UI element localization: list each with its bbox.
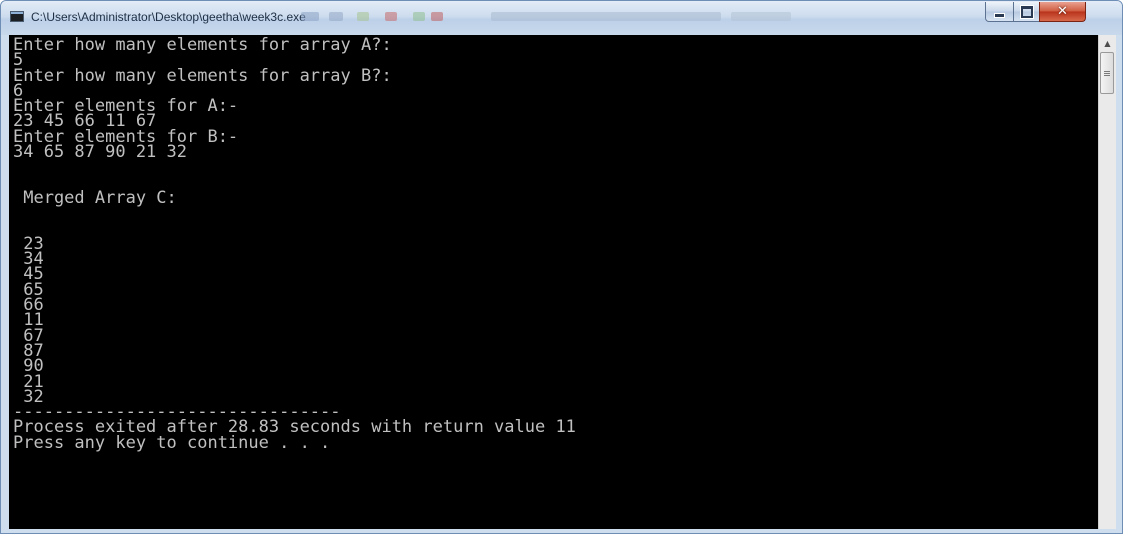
window-title: C:\Users\Administrator\Desktop\geetha\we…: [31, 10, 306, 24]
scroll-thumb[interactable]: [1100, 52, 1114, 94]
vertical-scrollbar[interactable]: ▲: [1098, 35, 1116, 529]
console-line: Enter how many elements for array B?:: [13, 65, 392, 86]
title-bar-decoration: [301, 10, 951, 26]
console-line: 34 65 87 90 21 32: [13, 142, 187, 163]
maximize-button[interactable]: [1013, 2, 1040, 22]
minimize-icon: [994, 12, 1005, 18]
scroll-up-arrow-icon: ▲: [1104, 39, 1111, 48]
console-line: Merged Array C:: [13, 187, 177, 208]
close-icon: ✕: [1057, 4, 1068, 19]
scroll-thumb-grip-icon: [1104, 70, 1110, 76]
title-bar[interactable]: C:\Users\Administrator\Desktop\geetha\we…: [1, 1, 1122, 35]
close-button[interactable]: ✕: [1039, 2, 1086, 22]
console-text: Enter how many elements for array A?: 5 …: [9, 35, 1098, 453]
console-line: Enter how many elements for array A?:: [13, 35, 392, 55]
scroll-up-button[interactable]: ▲: [1099, 35, 1116, 52]
maximize-icon: [1020, 5, 1033, 18]
console-line: Press any key to continue . . .: [13, 432, 331, 453]
minimize-button[interactable]: [985, 2, 1014, 22]
console-window: C:\Users\Administrator\Desktop\geetha\we…: [0, 0, 1123, 534]
console-app-icon[interactable]: [10, 11, 24, 22]
window-right-frame: [1116, 35, 1122, 533]
console-output-area[interactable]: Enter how many elements for array A?: 5 …: [9, 35, 1098, 529]
